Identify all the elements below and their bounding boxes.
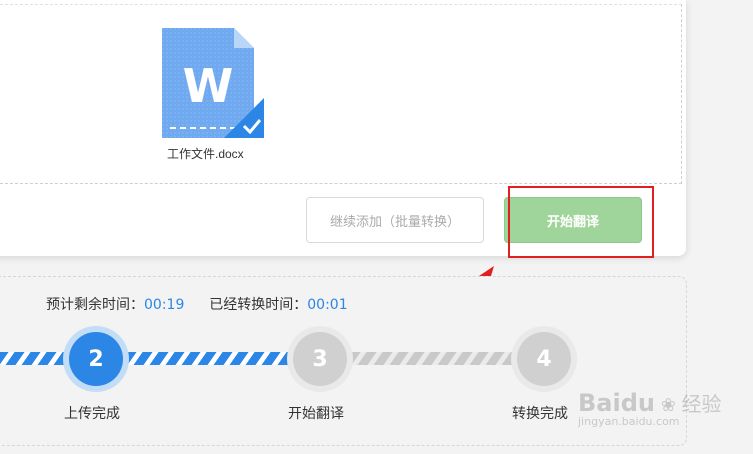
file-name: 工作文件.docx	[167, 147, 244, 161]
progress-completed-segment	[0, 352, 300, 365]
uploaded-file[interactable]: W	[162, 28, 264, 142]
word-letter: W	[183, 59, 234, 113]
watermark-suffix: 经验	[681, 392, 722, 416]
elapsed-time-value: 00:01	[307, 297, 348, 313]
remaining-time-label: 预计剩余时间：	[46, 297, 144, 313]
watermark-url: jingyan.baidu.com	[578, 415, 680, 428]
remaining-time-value: 00:19	[144, 297, 185, 313]
word-file-icon: W	[162, 28, 264, 138]
step-4-label: 转换完成	[512, 406, 568, 422]
step-3-circle: 3	[293, 332, 347, 386]
file-drop-zone[interactable]	[0, 4, 682, 184]
timer-row: 预计剩余时间：00:19 已经转换时间：00:01	[46, 294, 348, 314]
paw-icon: ❀	[654, 395, 682, 416]
step-2-circle: 2	[69, 332, 123, 386]
baidu-watermark: Baidu ❀ 经验 jingyan.baidu.com	[578, 388, 722, 428]
step-2-label: 上传完成	[64, 406, 120, 422]
elapsed-time-label: 已经转换时间：	[209, 297, 308, 313]
highlight-annotation-box	[508, 186, 654, 258]
step-4-circle: 4	[517, 332, 571, 386]
watermark-brand: Baidu	[578, 389, 655, 417]
step-3-label: 开始翻译	[288, 406, 344, 422]
continue-add-button[interactable]: 继续添加（批量转换）	[306, 197, 484, 243]
